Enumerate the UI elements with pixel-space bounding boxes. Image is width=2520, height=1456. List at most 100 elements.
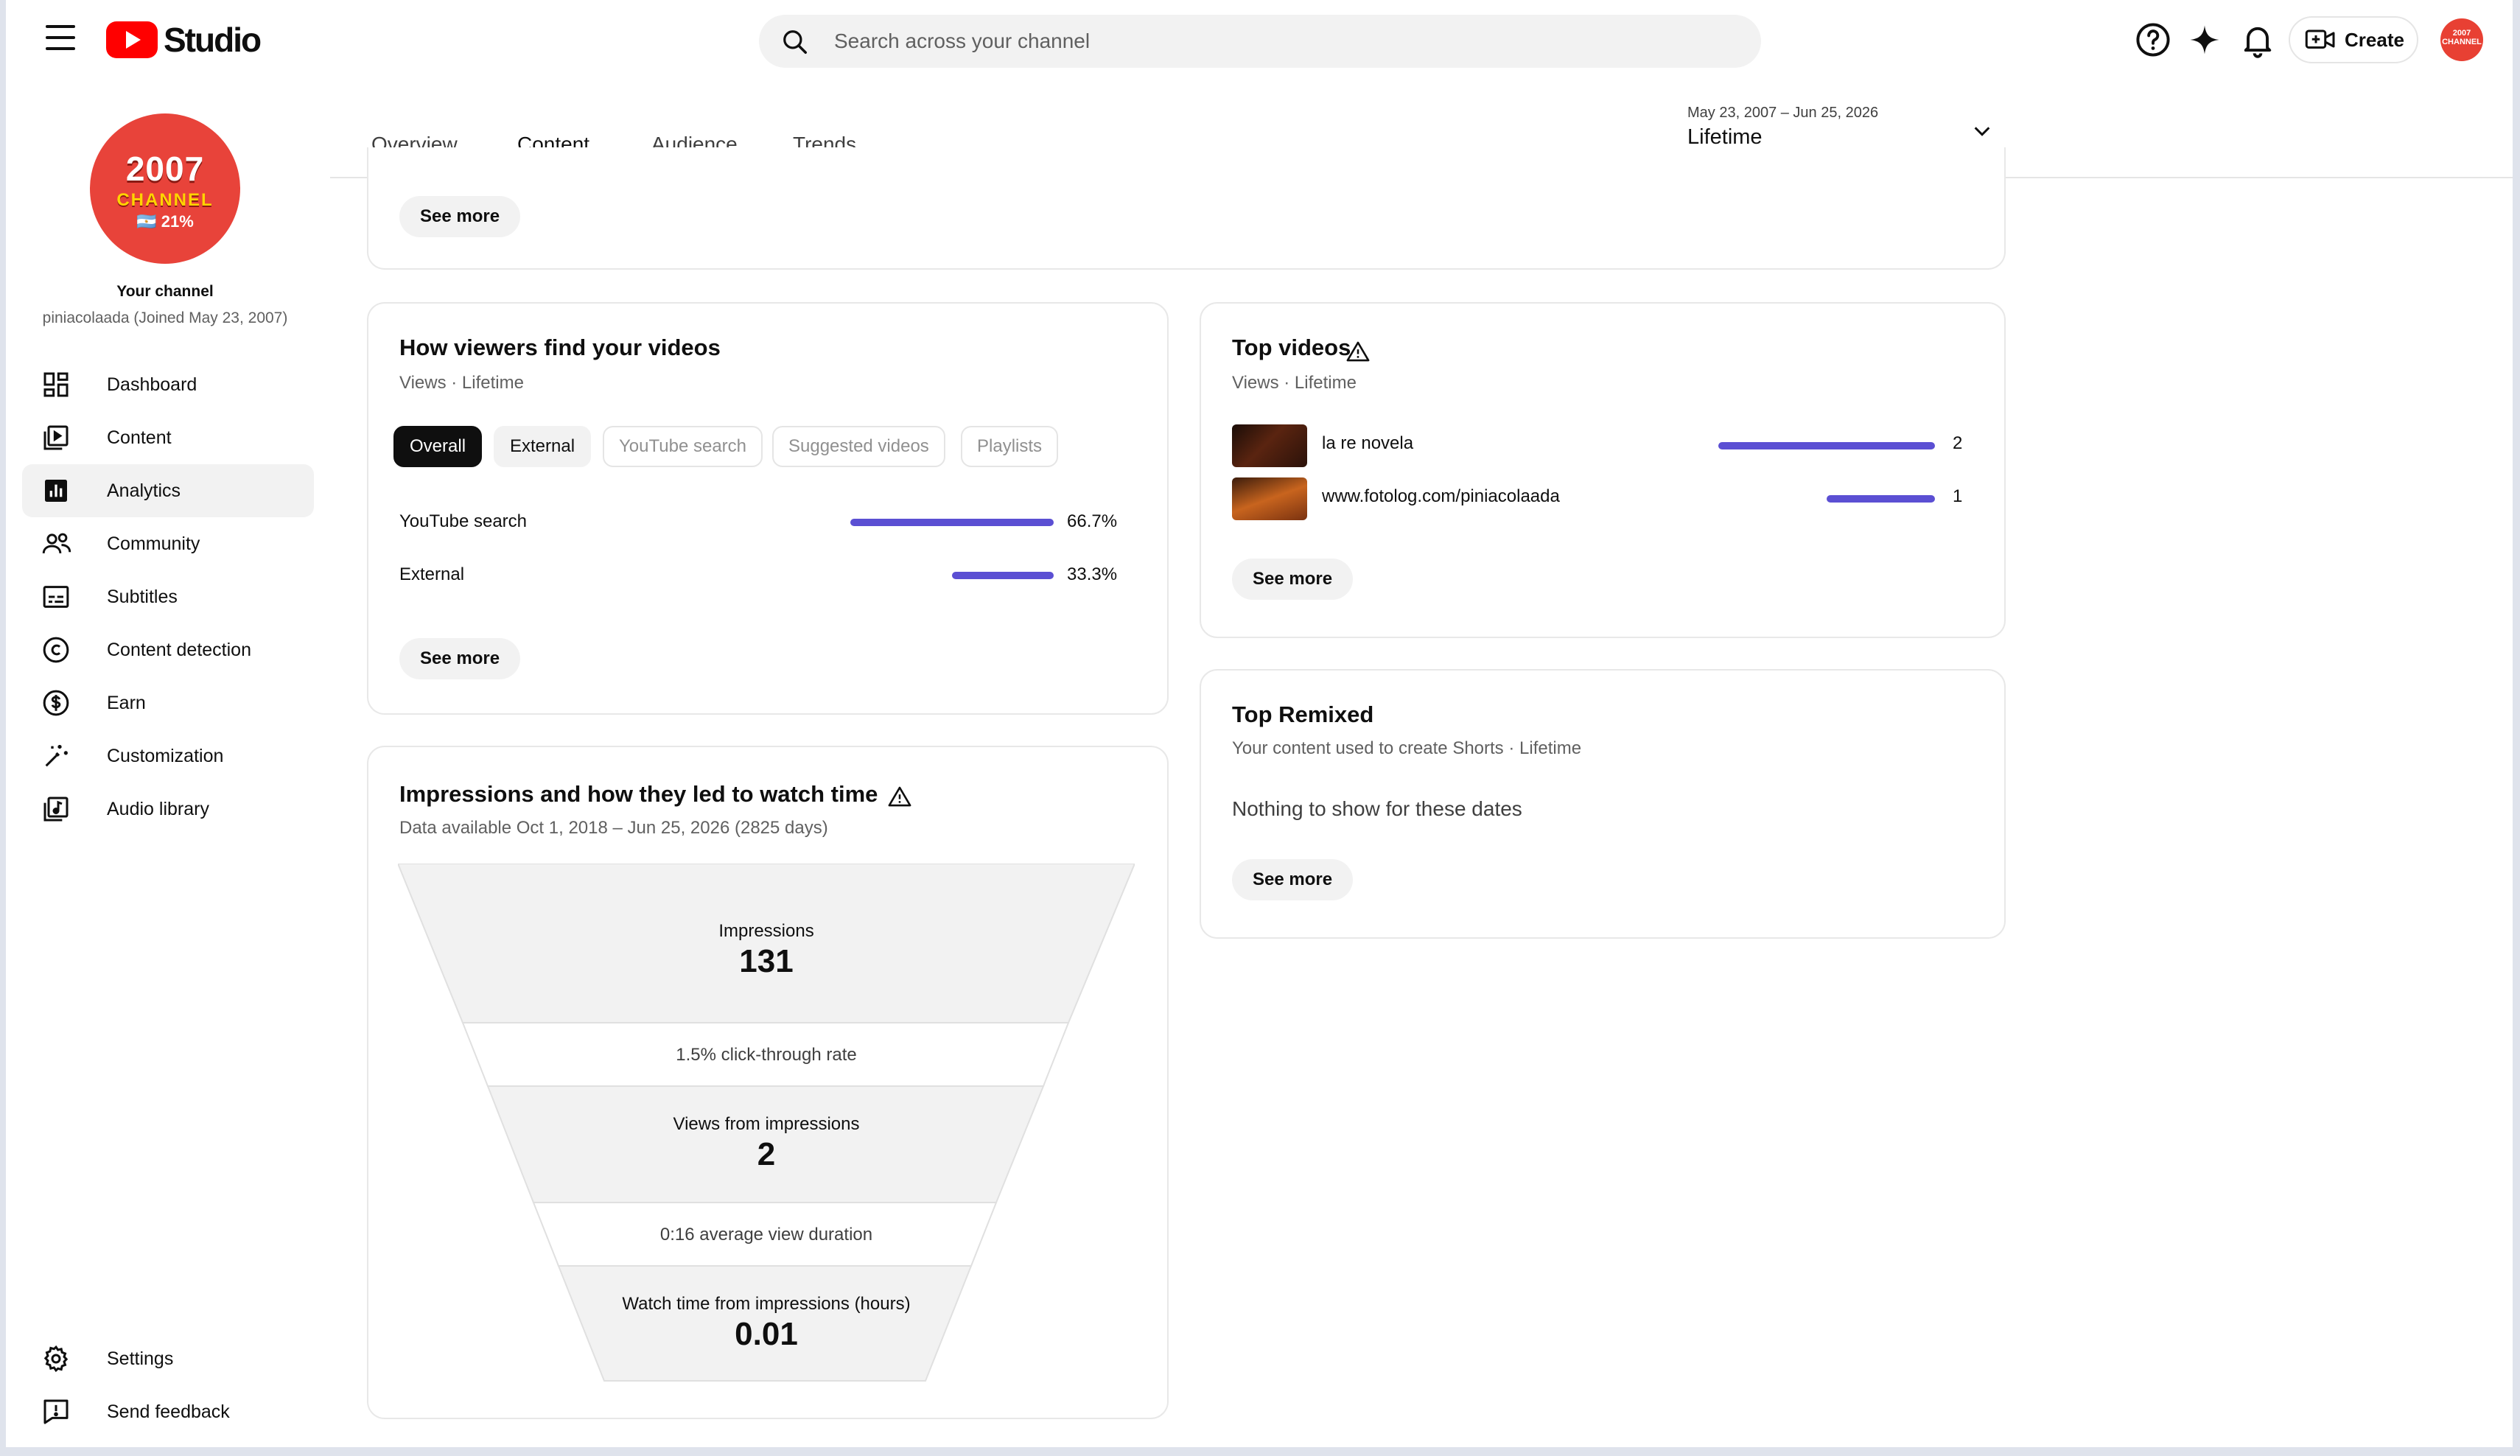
create-button[interactable]: Create (2289, 16, 2418, 63)
search-input[interactable] (833, 15, 1717, 68)
youtube-play-icon (106, 21, 158, 58)
see-more-button[interactable]: See more (399, 196, 521, 237)
channel-avatar[interactable]: 2007 CHANNEL 🇦🇷 21% (90, 113, 240, 264)
card-title: Impressions and how they led to watch ti… (399, 781, 878, 807)
warning-icon[interactable] (887, 784, 912, 809)
sidebar-item-content[interactable]: Content (22, 411, 314, 464)
audio-library-icon (43, 797, 69, 822)
studio-app: Studio Create 2007 CHANNEL 2007 CHANNEL … (6, 0, 2513, 1447)
sidebar-item-label: Content (107, 427, 172, 448)
dashboard-icon (43, 372, 69, 397)
create-label: Create (2345, 28, 2404, 51)
sidebar-item-label: Analytics (107, 480, 181, 501)
card-title: Top videos (1232, 335, 1351, 360)
video-title[interactable]: la re novela (1322, 433, 1413, 454)
avatar-percent: 🇦🇷 21% (136, 212, 194, 231)
gear-icon (43, 1345, 69, 1373)
video-views: 2 (1953, 433, 1963, 453)
help-icon[interactable] (2134, 21, 2172, 59)
watch-time-value: 0.01 (735, 1316, 798, 1352)
views-bar (1827, 495, 1935, 503)
sidebar-item-subtitles[interactable]: Subtitles (22, 570, 314, 623)
traffic-chips: Overall External YouTube search Suggeste… (393, 426, 1145, 469)
see-more-button[interactable]: See more (399, 638, 521, 679)
sidebar-item-content-detection[interactable]: Content detection (22, 623, 314, 676)
masthead: Studio Create 2007 CHANNEL (6, 0, 2513, 80)
traffic-row-value: 66.7% (1067, 511, 1118, 531)
chip-external[interactable]: External (494, 426, 592, 467)
card-title: How viewers find your videos (399, 335, 721, 360)
account-avatar[interactable]: 2007 CHANNEL (2440, 18, 2483, 61)
sidebar-item-label: Earn (107, 692, 146, 713)
sidebar-item-customization[interactable]: Customization (22, 729, 314, 783)
notifications-icon[interactable] (2239, 21, 2277, 59)
video-thumbnail[interactable] (1232, 477, 1307, 520)
chip-suggested-videos: Suggested videos (772, 426, 945, 467)
sidebar-item-dashboard[interactable]: Dashboard (22, 358, 314, 411)
magic-wand-icon (45, 745, 68, 767)
top-videos-card: Top videos Views · Lifetime la re novela… (1200, 302, 2006, 638)
chip-youtube-search: YouTube search (603, 426, 763, 467)
analytics-icon (45, 480, 67, 502)
avd-text: 0:16 average view duration (659, 1225, 873, 1245)
community-icon (42, 533, 71, 554)
sidebar-item-label: Community (107, 533, 200, 554)
views-bar (1718, 442, 1935, 449)
video-title[interactable]: www.fotolog.com/piniacolaada (1322, 486, 1560, 507)
see-more-button[interactable]: See more (1232, 559, 1354, 600)
traffic-row-label: External (399, 564, 465, 584)
card-subtitle: Data available Oct 1, 2018 – Jun 25, 202… (399, 818, 828, 838)
sidebar-item-community[interactable]: Community (22, 517, 314, 570)
views-label: Views from impressions (673, 1114, 860, 1134)
video-thumbnail[interactable] (1232, 424, 1307, 467)
sidebar-item-label: Dashboard (107, 374, 197, 395)
feedback-icon (43, 1399, 69, 1424)
chip-playlists: Playlists (961, 426, 1059, 467)
copyright-icon (43, 637, 69, 663)
search-icon (783, 30, 807, 54)
avatar-year: 2007 (125, 150, 205, 188)
chevron-down-icon (1974, 127, 1990, 136)
top-remixed-card: Top Remixed Your content used to create … (1200, 669, 2006, 939)
dollar-icon (43, 690, 69, 716)
avatar-word: CHANNEL (116, 190, 214, 210)
sidebar: 2007 CHANNEL 🇦🇷 21% Your channel piniaco… (6, 80, 330, 1447)
views-value: 2 (757, 1136, 776, 1172)
sidebar-item-analytics[interactable]: Analytics (22, 464, 314, 517)
channel-title: Your channel (116, 283, 214, 300)
sidebar-item-audio-library[interactable]: Audio library (22, 783, 314, 836)
impressions-value: 131 (739, 943, 794, 979)
sidebar-item-label: Subtitles (107, 586, 178, 607)
brand-name: Studio (164, 21, 262, 59)
sidebar-item-settings[interactable]: Settings (22, 1332, 314, 1385)
sidebar-item-label: Send feedback (107, 1401, 230, 1422)
subtitles-icon (43, 586, 69, 608)
sidebar-item-earn[interactable]: Earn (22, 676, 314, 729)
channel-subtitle: piniacolaada (Joined May 23, 2007) (42, 309, 288, 326)
search-bar[interactable] (759, 15, 1761, 68)
sidebar-item-label: Customization (107, 745, 224, 766)
traffic-row-label: YouTube search (399, 511, 528, 531)
sidebar-item-label: Settings (107, 1348, 174, 1369)
sidebar-item-send-feedback[interactable]: Send feedback (22, 1385, 314, 1438)
date-preset: Lifetime (1687, 125, 1763, 149)
menu-icon[interactable] (41, 25, 80, 55)
chip-overall[interactable]: Overall (393, 426, 483, 467)
sparkle-icon[interactable] (2185, 21, 2224, 59)
studio-logo[interactable]: Studio (106, 19, 262, 60)
traffic-bar (952, 572, 1054, 579)
sidebar-item-label: Content detection (107, 639, 251, 660)
empty-message: Nothing to show for these dates (1232, 797, 1522, 820)
see-more-button[interactable]: See more (1232, 859, 1354, 900)
video-views: 1 (1953, 486, 1963, 506)
card-subtitle: Your content used to create Shorts · Lif… (1232, 738, 1582, 758)
traffic-row-value: 33.3% (1067, 564, 1118, 584)
card-title: Top Remixed (1232, 701, 1374, 727)
traffic-bar (850, 519, 1054, 526)
watch-time-label: Watch time from impressions (hours) (622, 1294, 911, 1314)
video-camera-add-icon (2305, 29, 2335, 49)
content-icon (43, 425, 69, 450)
ctr-text: 1.5% click-through rate (676, 1045, 857, 1065)
impressions-funnel-card: Impressions and how they led to watch ti… (367, 746, 1169, 1419)
warning-icon[interactable] (1345, 339, 1371, 364)
